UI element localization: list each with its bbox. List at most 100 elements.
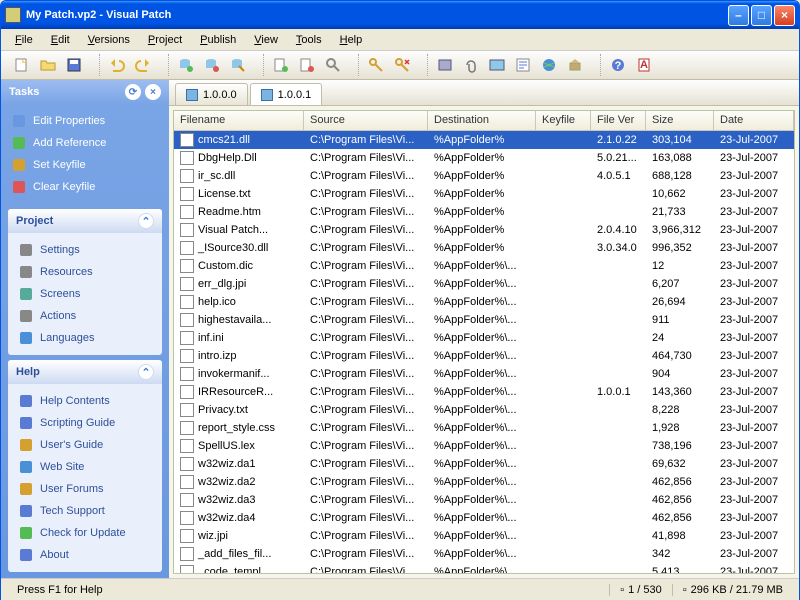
col-source[interactable]: Source: [304, 111, 428, 130]
help-button[interactable]: ?: [607, 54, 629, 76]
sidebar-item-about[interactable]: About: [12, 544, 158, 566]
table-row[interactable]: Privacy.txtC:\Program Files\Vi...%AppFol…: [174, 401, 794, 419]
keyclear-button[interactable]: [391, 54, 413, 76]
project-header[interactable]: Project⌃: [8, 209, 162, 233]
menu-publish[interactable]: Publish: [192, 31, 244, 49]
file-remove-button[interactable]: [296, 54, 318, 76]
sidebar-item-user-forums[interactable]: User Forums: [12, 478, 158, 500]
menu-project[interactable]: Project: [140, 31, 190, 49]
sidebar-item-user-s-guide[interactable]: User's Guide: [12, 434, 158, 456]
table-row[interactable]: cmcs21.dllC:\Program Files\Vi...%AppFold…: [174, 131, 794, 149]
help-header[interactable]: Help⌃: [8, 360, 162, 384]
menu-view[interactable]: View: [246, 31, 286, 49]
table-row[interactable]: w32wiz.da4C:\Program Files\Vi...%AppFold…: [174, 509, 794, 527]
globe-button[interactable]: [538, 54, 560, 76]
open-button[interactable]: [37, 54, 59, 76]
cell-keyfile: [536, 139, 591, 141]
sidebar-item-edit-properties[interactable]: Edit Properties: [5, 110, 165, 132]
table-row[interactable]: w32wiz.da1C:\Program Files\Vi...%AppFold…: [174, 455, 794, 473]
col-file-ver[interactable]: File Ver: [591, 111, 646, 130]
table-row[interactable]: highestavaila...C:\Program Files\Vi...%A…: [174, 311, 794, 329]
table-row[interactable]: License.txtC:\Program Files\Vi...%AppFol…: [174, 185, 794, 203]
col-keyfile[interactable]: Keyfile: [536, 111, 591, 130]
sidebar-item-label: Languages: [40, 332, 94, 344]
new-button[interactable]: [11, 54, 33, 76]
screens-button[interactable]: [486, 54, 508, 76]
menu-edit[interactable]: Edit: [43, 31, 78, 49]
tab-1-0-0-1[interactable]: 1.0.0.1: [250, 83, 323, 105]
table-row[interactable]: _add_files_fil...C:\Program Files\Vi...%…: [174, 545, 794, 563]
undo-button[interactable]: [106, 54, 128, 76]
table-row[interactable]: w32wiz.da3C:\Program Files\Vi...%AppFold…: [174, 491, 794, 509]
redo-button[interactable]: [132, 54, 154, 76]
table-row[interactable]: _ISource30.dllC:\Program Files\Vi...%App…: [174, 239, 794, 257]
col-destination[interactable]: Destination: [428, 111, 536, 130]
save-button[interactable]: [63, 54, 85, 76]
settings-button[interactable]: [434, 54, 456, 76]
table-row[interactable]: report_style.cssC:\Program Files\Vi...%A…: [174, 419, 794, 437]
table-row[interactable]: DbgHelp.DllC:\Program Files\Vi...%AppFol…: [174, 149, 794, 167]
sidebar-item-settings[interactable]: Settings: [12, 239, 158, 261]
pdf-button[interactable]: A: [633, 54, 655, 76]
grid-body[interactable]: cmcs21.dllC:\Program Files\Vi...%AppFold…: [174, 131, 794, 573]
tab-1-0-0-0[interactable]: 1.0.0.0: [175, 83, 248, 105]
db-edit-button[interactable]: [227, 54, 249, 76]
menu-tools[interactable]: Tools: [288, 31, 330, 49]
project-title: Project: [16, 215, 53, 227]
table-row[interactable]: IRResourceR...C:\Program Files\Vi...%App…: [174, 383, 794, 401]
sidebar-item-actions[interactable]: Actions: [12, 305, 158, 327]
table-row[interactable]: Custom.dicC:\Program Files\Vi...%AppFold…: [174, 257, 794, 275]
cell-destination: %AppFolder%\...: [428, 511, 536, 525]
table-row[interactable]: _code_templ...C:\Program Files\Vi...%App…: [174, 563, 794, 573]
sidebar-item-check-for-update[interactable]: Check for Update: [12, 522, 158, 544]
menu-file[interactable]: File: [7, 31, 41, 49]
cell-filever: 1.0.0.1: [591, 385, 646, 399]
sidebar-item-add-reference[interactable]: Add Reference: [5, 132, 165, 154]
table-row[interactable]: help.icoC:\Program Files\Vi...%AppFolder…: [174, 293, 794, 311]
col-filename[interactable]: Filename: [174, 111, 304, 130]
table-row[interactable]: invokermanif...C:\Program Files\Vi...%Ap…: [174, 365, 794, 383]
col-date[interactable]: Date: [714, 111, 794, 130]
sidebar-item-languages[interactable]: Languages: [12, 327, 158, 349]
sidebar-item-help-contents[interactable]: Help Contents: [12, 390, 158, 412]
table-row[interactable]: inf.iniC:\Program Files\Vi...%AppFolder%…: [174, 329, 794, 347]
db-remove-button[interactable]: [201, 54, 223, 76]
menu-help[interactable]: Help: [332, 31, 371, 49]
refresh-icon[interactable]: ⟳: [125, 84, 141, 100]
close-panel-icon[interactable]: ×: [145, 84, 161, 100]
db-add-button[interactable]: [175, 54, 197, 76]
table-row[interactable]: SpellUS.lexC:\Program Files\Vi...%AppFol…: [174, 437, 794, 455]
cell-source: C:\Program Files\Vi...: [304, 385, 428, 399]
cell-source: C:\Program Files\Vi...: [304, 295, 428, 309]
sidebar-item-scripting-guide[interactable]: Scripting Guide: [12, 412, 158, 434]
sidebar-item-clear-keyfile[interactable]: Clear Keyfile: [5, 176, 165, 198]
close-button[interactable]: ×: [774, 5, 795, 26]
table-row[interactable]: w32wiz.da2C:\Program Files\Vi...%AppFold…: [174, 473, 794, 491]
table-row[interactable]: Readme.htmC:\Program Files\Vi...%AppFold…: [174, 203, 794, 221]
key-button[interactable]: [365, 54, 387, 76]
edit-icon: [11, 113, 27, 129]
table-row[interactable]: ir_sc.dllC:\Program Files\Vi...%AppFolde…: [174, 167, 794, 185]
file-add-button[interactable]: [270, 54, 292, 76]
table-row[interactable]: Visual Patch...C:\Program Files\Vi...%Ap…: [174, 221, 794, 239]
maximize-button[interactable]: □: [751, 5, 772, 26]
attach-button[interactable]: [460, 54, 482, 76]
find-button[interactable]: [322, 54, 344, 76]
table-row[interactable]: err_dlg.jpiC:\Program Files\Vi...%AppFol…: [174, 275, 794, 293]
minimize-button[interactable]: –: [728, 5, 749, 26]
project-panel: Project⌃ SettingsResourcesScreensActions…: [8, 209, 162, 355]
table-row[interactable]: wiz.jpiC:\Program Files\Vi...%AppFolder%…: [174, 527, 794, 545]
sidebar-item-web-site[interactable]: Web Site: [12, 456, 158, 478]
cell-filename: Custom.dic: [174, 258, 304, 274]
actions-button[interactable]: [512, 54, 534, 76]
toolbar: ? A: [1, 51, 799, 80]
build-button[interactable]: [564, 54, 586, 76]
sidebar-item-set-keyfile[interactable]: Set Keyfile: [5, 154, 165, 176]
sidebar-item-screens[interactable]: Screens: [12, 283, 158, 305]
sidebar-item-resources[interactable]: Resources: [12, 261, 158, 283]
table-row[interactable]: intro.izpC:\Program Files\Vi...%AppFolde…: [174, 347, 794, 365]
cell-keyfile: [536, 481, 591, 483]
sidebar-item-tech-support[interactable]: Tech Support: [12, 500, 158, 522]
menu-versions[interactable]: Versions: [80, 31, 138, 49]
col-size[interactable]: Size: [646, 111, 714, 130]
